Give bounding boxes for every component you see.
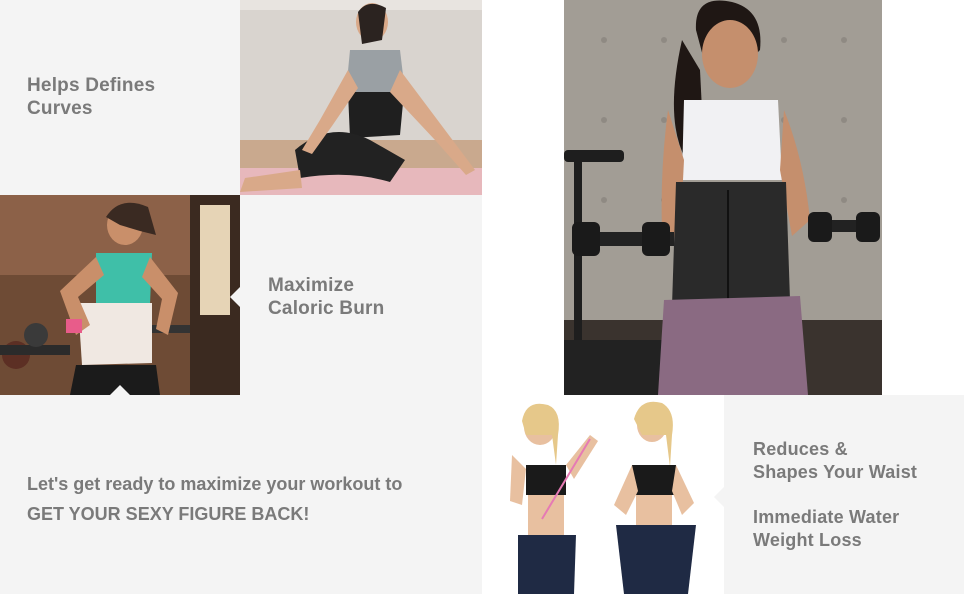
arrow-up-icon xyxy=(110,385,130,395)
caption-water: Immediate Water Weight Loss xyxy=(753,506,899,552)
caption-caloric: Maximize Caloric Burn xyxy=(268,274,384,320)
caption-waist-line2: Shapes Your Waist xyxy=(753,462,918,482)
caption-curves-line2: Curves xyxy=(27,98,93,119)
tagline-panel: Let's get ready to maximize your workout… xyxy=(0,395,482,594)
caption-panel-waist: Reduces & Shapes Your Waist Immediate Wa… xyxy=(724,395,964,594)
tagline-text: Let's get ready to maximize your workout… xyxy=(27,469,402,529)
yoga-pose-photo xyxy=(240,0,482,195)
caption-panel-curves: Helps Defines Curves xyxy=(0,0,240,195)
caption-curves-line1: Helps Defines xyxy=(27,75,156,96)
arrow-left-icon-2 xyxy=(714,487,724,507)
caption-curves: Helps Defines Curves xyxy=(27,74,155,120)
caption-water-line1: Immediate Water xyxy=(753,507,900,527)
tagline-line2: GET YOUR SEXY FIGURE BACK! xyxy=(27,504,310,524)
caption-waist: Reduces & Shapes Your Waist xyxy=(753,438,917,484)
caption-caloric-line2: Caloric Burn xyxy=(268,298,385,319)
caption-panel-caloric: Maximize Caloric Burn xyxy=(240,195,482,395)
waist-measuring-photo xyxy=(482,395,724,594)
tagline-line1: Let's get ready to maximize your workout… xyxy=(27,474,403,494)
dumbbell-curl-photo xyxy=(564,0,882,395)
caption-water-line2: Weight Loss xyxy=(753,530,862,550)
caption-caloric-line1: Maximize xyxy=(268,275,355,296)
caption-waist-line1: Reduces & xyxy=(753,439,848,459)
boxing-workout-photo xyxy=(0,195,240,395)
arrow-left-icon xyxy=(230,287,240,307)
